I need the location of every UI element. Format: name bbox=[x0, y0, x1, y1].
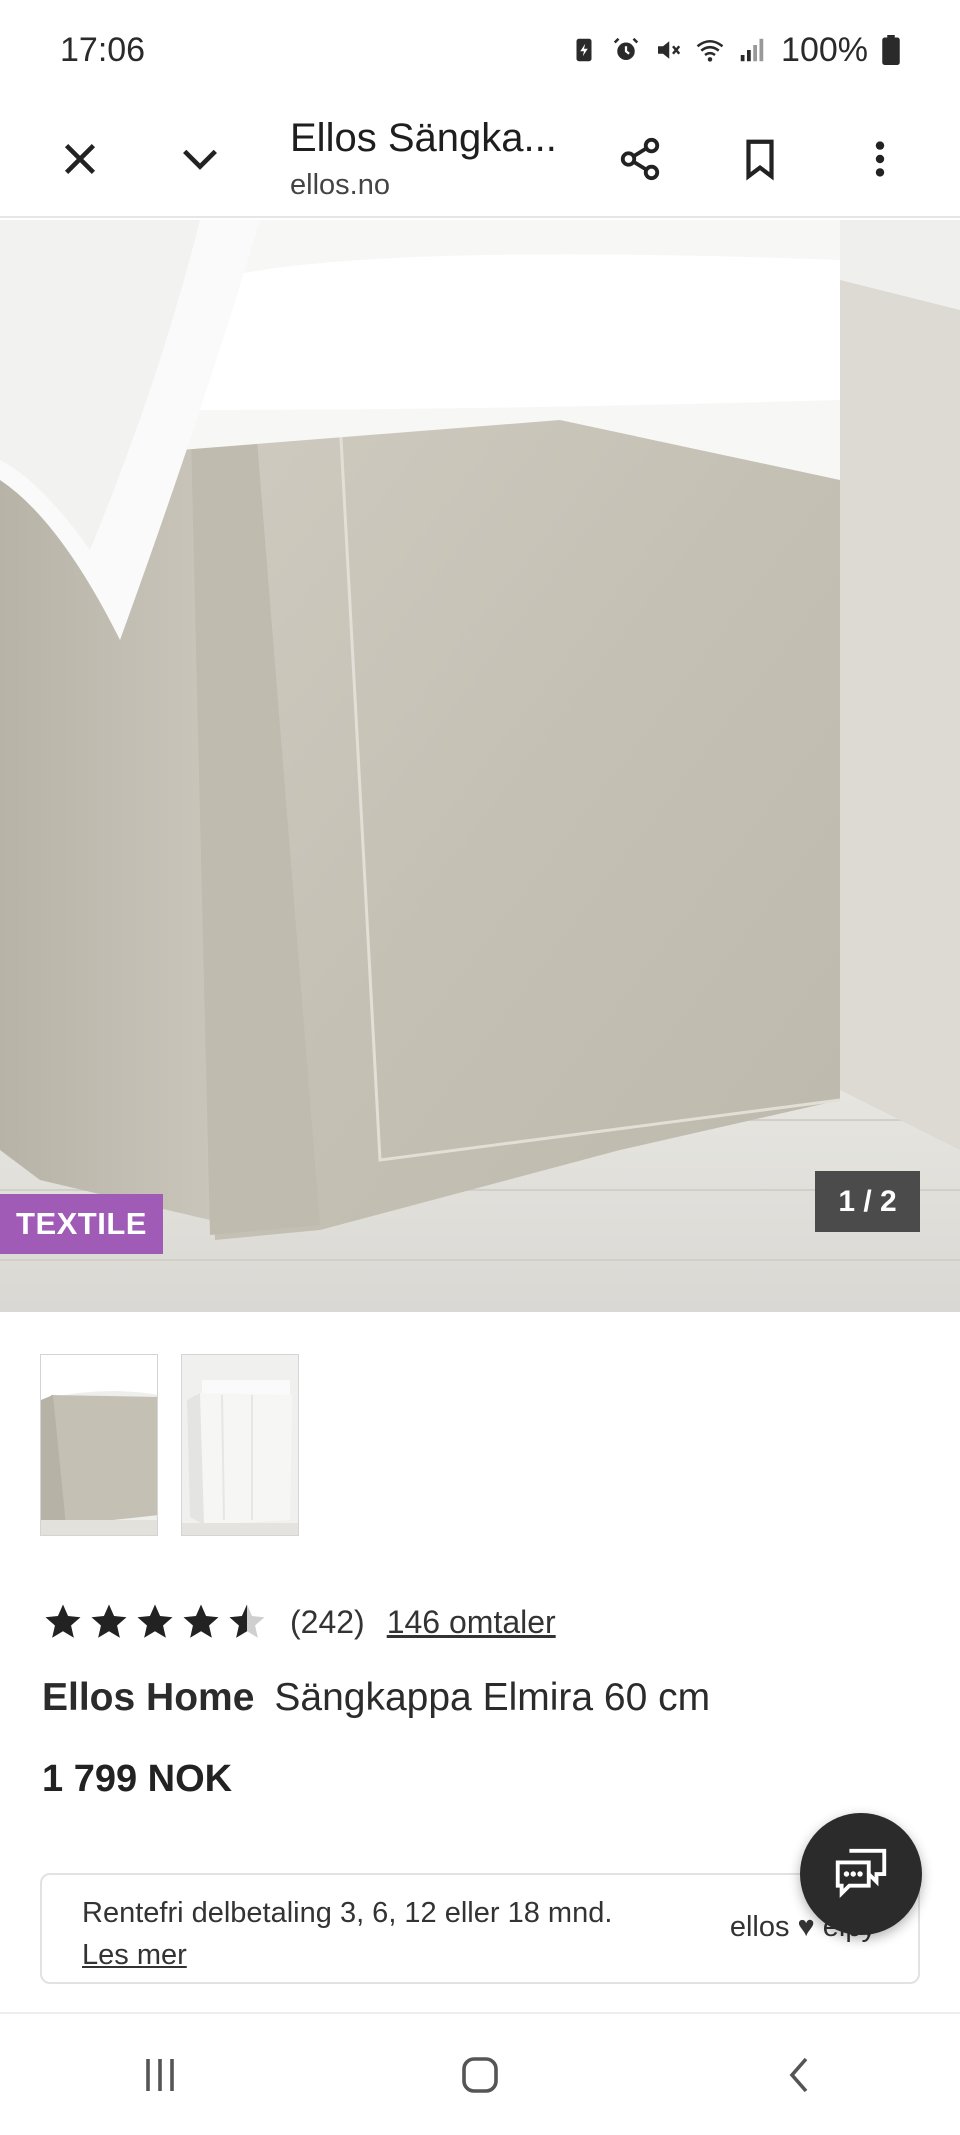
status-right: 100% bbox=[569, 31, 900, 70]
back-button[interactable] bbox=[740, 2025, 860, 2125]
image-pager-counter: 1 / 2 bbox=[815, 1171, 920, 1232]
product-image-carousel[interactable] bbox=[0, 220, 960, 1312]
thumbnail-2[interactable] bbox=[181, 1354, 299, 1536]
thumbnail-white-bedskirt bbox=[182, 1355, 298, 1535]
product-brand[interactable]: Ellos Home bbox=[42, 1676, 254, 1720]
close-button[interactable] bbox=[40, 119, 120, 199]
share-button[interactable] bbox=[600, 119, 680, 199]
signal-icon bbox=[740, 38, 764, 62]
tab-title: Ellos Sängka... bbox=[290, 116, 557, 160]
battery-saver-icon bbox=[576, 38, 592, 62]
thumbnail-linen-bedskirt bbox=[41, 1355, 157, 1535]
status-time: 17:06 bbox=[60, 30, 146, 69]
product-price: 1 799 NOK bbox=[42, 1758, 233, 1800]
rating-count: (242) bbox=[290, 1603, 365, 1640]
chat-button[interactable] bbox=[800, 1813, 922, 1935]
product-title: Ellos Home Sängkappa Elmira 60 cm bbox=[42, 1676, 710, 1720]
mute-icon bbox=[658, 41, 681, 59]
star-full-icon bbox=[137, 1604, 173, 1638]
tab-info[interactable]: Ellos Sängka... ellos.no bbox=[290, 100, 557, 218]
bedskirt-product-image bbox=[0, 220, 960, 1312]
textile-badge: TEXTILE bbox=[0, 1194, 163, 1254]
custom-tab-toolbar: Ellos Sängka... ellos.no bbox=[0, 100, 960, 218]
system-navigation-bar bbox=[0, 2012, 960, 2135]
financing-text: Rentefri delbetaling 3, 6, 12 eller 18 m… bbox=[82, 1897, 613, 1929]
star-half-icon bbox=[229, 1604, 265, 1638]
chevron-down-icon bbox=[183, 149, 217, 170]
share-icon bbox=[620, 137, 660, 181]
recent-apps-icon bbox=[146, 2058, 174, 2091]
close-icon bbox=[64, 143, 96, 175]
home-button[interactable] bbox=[420, 2025, 540, 2125]
financing-read-more-link[interactable]: Les mer bbox=[82, 1939, 187, 1972]
bookmark-button[interactable] bbox=[720, 119, 800, 199]
recent-apps-button[interactable] bbox=[100, 2025, 220, 2125]
star-full-icon bbox=[45, 1604, 81, 1638]
financing-info-box: Rentefri delbetaling 3, 6, 12 eller 18 m… bbox=[40, 1873, 920, 1984]
reviews-link[interactable]: 146 omtaler bbox=[387, 1604, 556, 1641]
battery-percent: 100% bbox=[781, 30, 868, 69]
more-options-button[interactable] bbox=[840, 119, 920, 199]
status-icons bbox=[569, 35, 767, 65]
battery-icon bbox=[882, 35, 900, 65]
minimize-tab-button[interactable] bbox=[160, 119, 240, 199]
star-full-icon bbox=[91, 1604, 127, 1638]
tab-domain: ellos.no bbox=[290, 169, 390, 201]
alarm-icon bbox=[613, 37, 639, 60]
status-bar: 17:06 100% bbox=[0, 0, 960, 100]
chat-icon bbox=[835, 1848, 887, 1899]
rating-stars bbox=[42, 1601, 268, 1643]
home-icon bbox=[462, 2056, 498, 2093]
rating-row: (242) 146 omtaler bbox=[42, 1594, 556, 1650]
star-full-icon bbox=[183, 1604, 219, 1638]
more-vertical-icon bbox=[875, 141, 885, 177]
thumbnail-1[interactable] bbox=[40, 1354, 158, 1536]
wifi-icon bbox=[696, 40, 724, 62]
back-icon bbox=[789, 2057, 808, 2092]
bookmark-icon bbox=[746, 139, 774, 181]
product-name: Sängkappa Elmira 60 cm bbox=[274, 1676, 711, 1719]
